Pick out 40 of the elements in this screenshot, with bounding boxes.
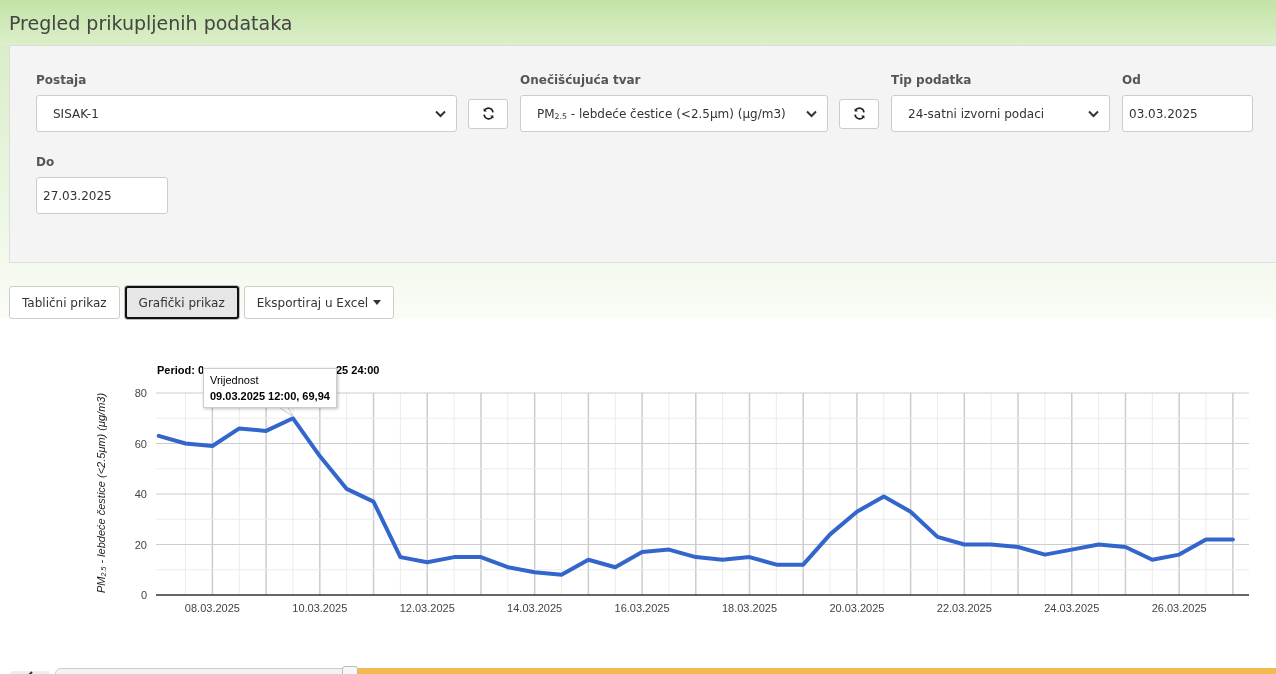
y-tick-label: 60 — [134, 437, 147, 450]
refresh-button[interactable] — [839, 98, 879, 129]
chevron-icon — [1088, 109, 1099, 118]
chevron-icon — [435, 109, 446, 118]
view-button[interactable]: Tablični prikaz — [9, 286, 120, 319]
x-tick-label: 24.03.2025 — [1044, 602, 1100, 614]
page-title: Pregled prikupljenih podataka — [9, 11, 293, 34]
dropdown[interactable]: PM$_{2.5}$ - lebdeće čestice (<2.5μm) (μg/m3) — [520, 95, 828, 132]
y-tick-label: 80 — [134, 387, 147, 399]
x-tick-label: 12.03.2025 — [399, 602, 455, 614]
view-button[interactable]: Grafički prikaz — [124, 286, 239, 319]
dropdown[interactable]: 24-satni izvorni podaci — [891, 95, 1110, 132]
x-tick-label: 20.03.2025 — [829, 602, 885, 614]
field-label: Do — [36, 155, 56, 170]
x-tick-label: 26.03.2025 — [1151, 602, 1207, 614]
field-label: Tip podatka — [891, 73, 973, 88]
refresh-icon — [852, 107, 866, 120]
dropdown[interactable]: SISAK-1 — [36, 95, 457, 132]
refresh-icon — [481, 107, 495, 120]
view-button[interactable]: Eksportiraj u Excel — [243, 286, 395, 319]
x-tick-label: 10.03.2025 — [292, 602, 348, 614]
caret-icon — [373, 300, 382, 305]
chart-title: 25 24:00 — [336, 364, 380, 376]
field-label: Onečišćujuća tvar — [520, 73, 642, 88]
y-tick-label: 0 — [140, 589, 147, 601]
date-field[interactable]: 03.03.2025 — [1122, 95, 1253, 132]
field-label: Od — [1122, 73, 1142, 88]
field-label: Postaja — [36, 73, 88, 88]
tooltip-value: 09.03.2025 12:00, 69,94 — [210, 389, 330, 404]
x-tick-label: 08.03.2025 — [184, 602, 240, 614]
chevron-icon — [806, 109, 817, 118]
x-tick-label: 16.03.2025 — [614, 602, 670, 614]
y-tick-label: 40 — [134, 488, 147, 500]
x-tick-label: 22.03.2025 — [936, 602, 992, 614]
tooltip-label: Vrijednost — [210, 373, 260, 388]
x-tick-label: 18.03.2025 — [721, 602, 778, 614]
date-field[interactable]: 27.03.2025 — [36, 177, 168, 214]
x-tick-label: 14.03.2025 — [507, 602, 563, 614]
refresh-button[interactable] — [468, 98, 508, 129]
y-tick-label: 20 — [134, 538, 147, 551]
